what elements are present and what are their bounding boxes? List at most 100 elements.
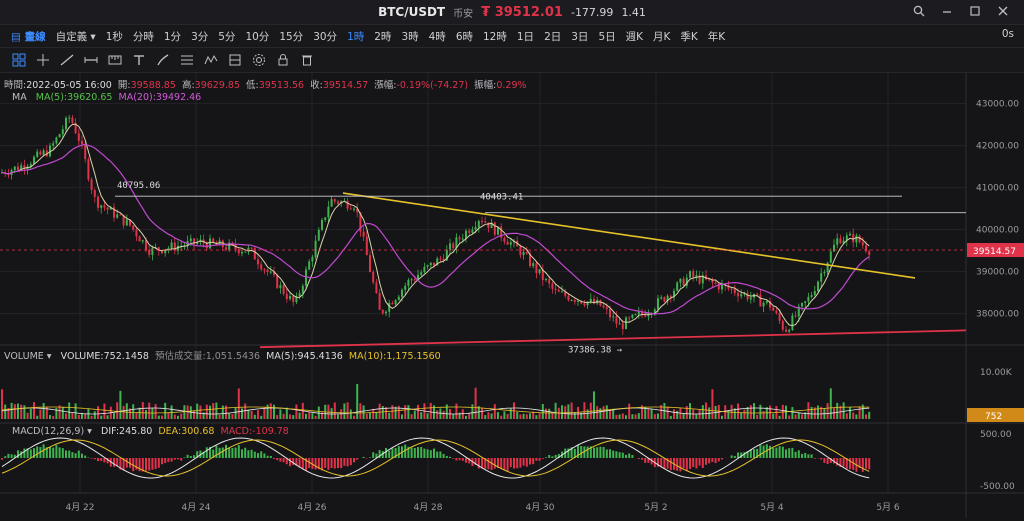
- volume-bar: [276, 415, 278, 419]
- candle-body: [519, 246, 521, 255]
- volume-bar: [599, 408, 601, 419]
- interval-13[interactable]: 12時: [478, 29, 512, 44]
- interval-6[interactable]: 15分: [274, 29, 308, 44]
- volume-bar: [30, 409, 32, 419]
- volume-bar: [603, 406, 605, 419]
- seconds-badge[interactable]: 0s: [1002, 28, 1014, 40]
- interval-20[interactable]: 季K: [675, 29, 702, 44]
- volume-bar: [244, 404, 246, 419]
- interval-8[interactable]: 1時: [342, 29, 369, 44]
- macd-bar: [87, 457, 89, 458]
- volume-bar: [382, 406, 384, 419]
- ma5-line: [2, 124, 869, 325]
- macd-bar: [862, 458, 864, 472]
- volume-bar: [123, 406, 125, 419]
- macd-bar: [715, 458, 717, 463]
- candle-body: [385, 312, 387, 314]
- horizontal-line-icon[interactable]: [82, 51, 100, 69]
- trash-icon[interactable]: [298, 51, 316, 69]
- candle-body: [612, 316, 614, 317]
- volume-bar: [52, 416, 54, 419]
- interval-16[interactable]: 3日: [566, 29, 593, 44]
- candle-body: [94, 190, 96, 197]
- macd-bar: [507, 458, 509, 471]
- close-icon[interactable]: [996, 4, 1010, 18]
- volume-bar: [411, 414, 413, 419]
- macd-bar: [868, 458, 870, 469]
- interval-21[interactable]: 年K: [703, 29, 730, 44]
- layers-icon[interactable]: [226, 51, 244, 69]
- fib-icon[interactable]: [178, 51, 196, 69]
- volume-bar: [526, 414, 528, 419]
- candle-body: [855, 236, 857, 243]
- interval-9[interactable]: 2時: [369, 29, 396, 44]
- volume-bar: [283, 414, 285, 419]
- custom-interval-dropdown[interactable]: 自定義 ▾: [51, 29, 101, 44]
- interval-2[interactable]: 1分: [159, 29, 186, 44]
- volume-bar: [311, 413, 313, 419]
- grid-icon[interactable]: [10, 51, 28, 69]
- candle-body: [462, 239, 464, 240]
- ruler-icon[interactable]: [106, 51, 124, 69]
- interval-11[interactable]: 4時: [424, 29, 451, 44]
- interval-3[interactable]: 3分: [186, 29, 213, 44]
- macd-legend[interactable]: MACD(12,26,9) ▾ DIF:245.80 DEA:300.68 MA…: [12, 426, 289, 437]
- date-label: 4月 26: [297, 502, 326, 513]
- text-icon[interactable]: [130, 51, 148, 69]
- volume-bar: [791, 407, 793, 419]
- interval-5[interactable]: 10分: [240, 29, 274, 44]
- interval-4[interactable]: 5分: [213, 29, 240, 44]
- minimize-icon[interactable]: [940, 4, 954, 18]
- interval-12[interactable]: 6時: [451, 29, 478, 44]
- macd-bar: [353, 458, 355, 462]
- macd-bar: [241, 449, 243, 458]
- ma-legend[interactable]: MA MA(5):39620.65 MA(20):39492.46: [12, 92, 201, 103]
- candle-body: [823, 272, 825, 273]
- macd-bar: [788, 448, 790, 458]
- volume-bar: [94, 411, 96, 419]
- macd-bar: [164, 458, 166, 463]
- volume-bar: [97, 406, 99, 419]
- interval-10[interactable]: 3時: [396, 29, 423, 44]
- interval-18[interactable]: 週K: [621, 29, 648, 44]
- symbol-pair[interactable]: BTC/USDT: [378, 5, 445, 19]
- volume-bar: [295, 405, 297, 419]
- trendline-icon[interactable]: [58, 51, 76, 69]
- volume-bar: [4, 405, 6, 419]
- interval-0[interactable]: 1秒: [101, 29, 128, 44]
- macd-bar: [148, 458, 150, 470]
- volume-bar: [139, 408, 141, 419]
- interval-14[interactable]: 1日: [512, 29, 539, 44]
- cursor-icon[interactable]: [34, 51, 52, 69]
- brush-icon[interactable]: [154, 51, 172, 69]
- restore-icon[interactable]: [968, 4, 982, 18]
- macd-bar: [100, 458, 102, 461]
- pattern-icon[interactable]: [202, 51, 220, 69]
- volume-bar: [55, 408, 57, 419]
- interval-7[interactable]: 30分: [308, 29, 342, 44]
- interval-15[interactable]: 2日: [539, 29, 566, 44]
- volume-bar: [481, 408, 483, 419]
- candle-body: [286, 294, 288, 299]
- candle-body: [555, 289, 557, 290]
- volume-bar: [187, 405, 189, 419]
- chevron-down-icon[interactable]: ▾: [84, 426, 95, 437]
- candle-body: [852, 234, 854, 242]
- search-icon[interactable]: [912, 4, 926, 18]
- interval-1[interactable]: 分時: [128, 29, 159, 44]
- volume-legend[interactable]: VOLUME ▾ VOLUME:752.1458 預估成交量:1,051.543…: [4, 348, 441, 362]
- candle-body: [87, 159, 89, 179]
- macd-bar: [411, 448, 413, 458]
- volume-bar: [228, 413, 230, 419]
- interval-19[interactable]: 月K: [648, 29, 675, 44]
- draw-mode-button[interactable]: ▤ 畫線: [6, 29, 51, 44]
- chart-area[interactable]: 40795.0640403.4137386.38 → 43000.0042000…: [0, 73, 1024, 518]
- chart-canvas[interactable]: 40795.0640403.4137386.38 → 43000.0042000…: [0, 73, 1024, 518]
- volume-bar: [155, 404, 157, 419]
- interval-17[interactable]: 5日: [593, 29, 620, 44]
- volume-bar: [516, 412, 518, 419]
- chevron-down-icon[interactable]: ▾: [44, 351, 55, 362]
- volume-bar: [654, 414, 656, 419]
- lock-icon[interactable]: [274, 51, 292, 69]
- settings-icon[interactable]: [250, 51, 268, 69]
